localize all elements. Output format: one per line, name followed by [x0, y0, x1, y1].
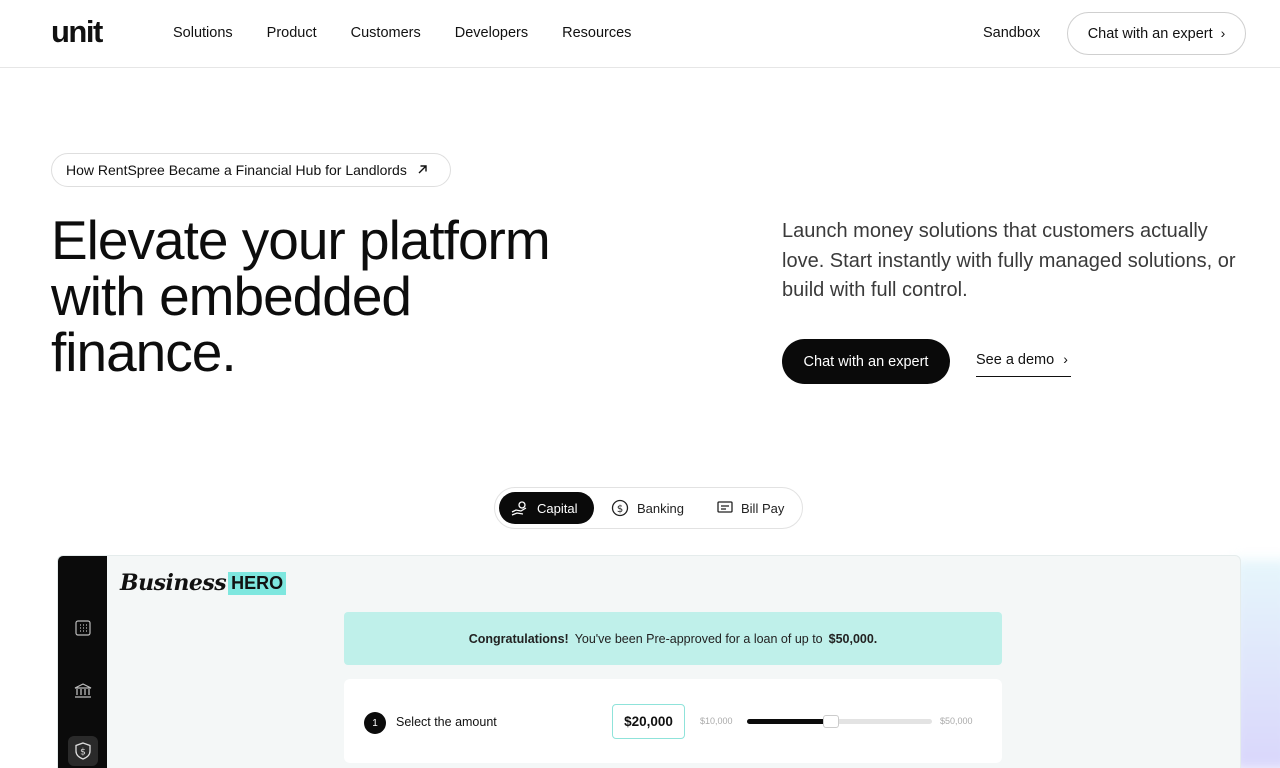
nav-resources[interactable]: Resources — [562, 24, 631, 42]
congrats-text: You've been Pre-approved for a loan of u… — [574, 631, 823, 646]
business-hero-logo: Business HERO — [120, 570, 287, 596]
step-number: 1 — [364, 712, 386, 734]
hero-title: Elevate your platform with embedded fina… — [51, 212, 671, 380]
hero-title-line-2: with embedded — [51, 265, 412, 327]
congrats-heading: Congratulations! — [468, 631, 569, 646]
amount-slider[interactable] — [747, 715, 932, 728]
tab-bill-pay[interactable]: Bill Pay — [705, 492, 796, 524]
preapproval-banner: Congratulations! You've been Pre-approve… — [344, 612, 1002, 665]
nav-developers[interactable]: Developers — [455, 24, 528, 42]
slider-thumb[interactable] — [823, 715, 839, 728]
customer-story-pill[interactable]: How RentSpree Became a Financial Hub for… — [51, 153, 451, 187]
dollar-circle-icon: $ — [611, 499, 629, 517]
product-tabs: Capital $ Banking Bill Pay — [494, 487, 803, 529]
unit-logo[interactable]: unit — [51, 14, 103, 50]
header-chat-expert-label: Chat with an expert — [1087, 25, 1213, 42]
shield-dollar-icon[interactable]: $ — [68, 736, 98, 766]
brand-script: Business — [120, 570, 227, 596]
tab-capital[interactable]: Capital — [499, 492, 594, 524]
demo-sidebar: $ — [58, 556, 107, 768]
brand-badge: HERO — [228, 571, 287, 595]
tab-banking-label: Banking — [637, 500, 684, 516]
hero-chat-expert-button[interactable]: Chat with an expert — [782, 339, 950, 384]
svg-text:$: $ — [80, 748, 86, 758]
main-nav: Solutions Product Customers Developers R… — [173, 24, 665, 42]
see-demo-link[interactable]: See a demo › — [976, 352, 1071, 377]
hero-subtitle: Launch money solutions that customers ac… — [782, 220, 1236, 301]
slider-min-label: $10,000 — [700, 716, 733, 726]
product-demo-frame: $ Business HERO Congratulations! You've … — [57, 555, 1241, 768]
congrats-amount: $50,000. — [828, 631, 878, 646]
see-demo-label: See a demo — [976, 352, 1055, 368]
hand-coin-icon — [511, 500, 529, 516]
chevron-right-icon: › — [1220, 24, 1226, 41]
slider-max-label: $50,000 — [940, 716, 973, 726]
bank-icon[interactable] — [68, 676, 98, 706]
tab-bill-pay-label: Bill Pay — [741, 500, 785, 516]
header-chat-expert-button[interactable]: Chat with an expert › — [1067, 12, 1246, 55]
site-header: unit Solutions Product Customers Develop… — [0, 0, 1280, 68]
hero-title-line-1: Elevate your platform — [51, 209, 551, 271]
amount-card: 1 Select the amount $20,000 $10,000 $50,… — [344, 679, 1002, 763]
nav-solutions[interactable]: Solutions — [173, 24, 233, 42]
amount-field[interactable]: $20,000 — [612, 704, 685, 739]
slider-fill — [747, 719, 827, 724]
step-label: Select the amount — [396, 715, 497, 729]
chevron-right-icon: › — [1063, 351, 1068, 367]
nav-customers[interactable]: Customers — [351, 24, 421, 42]
nav-product[interactable]: Product — [267, 24, 317, 42]
arrow-up-right-icon — [417, 162, 428, 178]
receipt-icon — [717, 501, 733, 515]
svg-text:$: $ — [617, 504, 623, 515]
customer-story-label: How RentSpree Became a Financial Hub for… — [66, 162, 407, 178]
tab-banking[interactable]: $ Banking — [599, 492, 696, 524]
hero-title-line-3: finance. — [51, 321, 237, 383]
grid-icon[interactable] — [68, 613, 98, 643]
sandbox-link[interactable]: Sandbox — [983, 24, 1040, 42]
tab-capital-label: Capital — [537, 500, 578, 516]
